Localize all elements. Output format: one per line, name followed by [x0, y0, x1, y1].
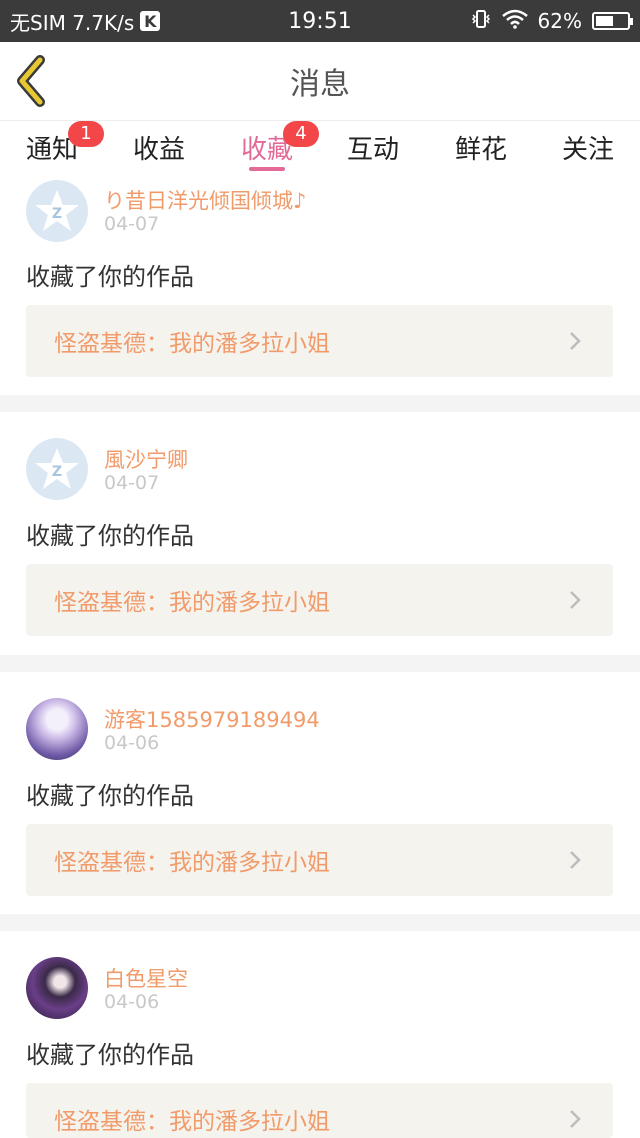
battery-text: 62% [537, 9, 582, 33]
tab-interactions[interactable]: 互动 [320, 121, 426, 173]
message-text: 收藏了你的作品 [26, 522, 194, 550]
status-right: 62% [470, 0, 633, 42]
message-item: Z 風沙宁卿 04-07 收藏了你的作品 怪盗基德：我的潘多拉小姐 [0, 412, 640, 655]
message-item: Z り昔日洋光倾国倾城♪ 04-07 收藏了你的作品 怪盗基德：我的潘多拉小姐 [0, 173, 640, 395]
tab-favorites[interactable]: 收藏 4 [214, 120, 320, 173]
message-text: 收藏了你的作品 [26, 263, 194, 291]
chevron-right-icon [570, 332, 581, 350]
tab-label: 互动 [346, 134, 399, 165]
tab-label: 关注 [561, 134, 614, 165]
back-button[interactable] [10, 54, 60, 108]
message-item: 游客1585979189494 04-06 收藏了你的作品 怪盗基德：我的潘多拉… [0, 672, 640, 914]
divider [0, 914, 640, 931]
tab-earnings[interactable]: 收益 [106, 121, 212, 173]
message-text: 收藏了你的作品 [26, 782, 194, 810]
chevron-right-icon [570, 591, 581, 609]
work-link[interactable]: 怪盗基德：我的潘多拉小姐 [26, 564, 613, 636]
nav-bar: 消息 [0, 42, 640, 121]
tab-follows[interactable]: 关注 [536, 121, 640, 173]
battery-fill [596, 16, 614, 26]
work-link[interactable]: 怪盗基德：我的潘多拉小姐 [26, 824, 613, 896]
user-avatar[interactable] [26, 698, 88, 760]
tab-bar: 通知 1 收益 收藏 4 互动 鲜花 关注 [0, 120, 640, 173]
work-title: 怪盗基德：我的潘多拉小姐 [54, 1109, 330, 1135]
username[interactable]: 游客1585979189494 [104, 704, 320, 734]
divider [0, 655, 640, 672]
message-text: 收藏了你的作品 [26, 1041, 194, 1069]
username[interactable]: 風沙宁卿 [104, 444, 188, 474]
chevron-right-icon [570, 851, 581, 869]
username[interactable]: り昔日洋光倾国倾城♪ [104, 185, 306, 215]
work-link[interactable]: 怪盗基德：我的潘多拉小姐 [26, 305, 613, 377]
wifi-icon [501, 9, 528, 34]
svg-text:Z: Z [52, 464, 62, 480]
user-avatar[interactable] [26, 957, 88, 1019]
tab-label: 鲜花 [454, 134, 507, 165]
active-tab-indicator [249, 167, 285, 171]
tab-label: 收益 [132, 134, 185, 165]
message-date: 04-06 [104, 991, 160, 1013]
chevron-left-icon [17, 55, 45, 107]
svg-text:Z: Z [52, 206, 62, 222]
unread-badge: 1 [68, 120, 104, 147]
message-date: 04-06 [104, 732, 160, 754]
page-title: 消息 [290, 67, 350, 102]
divider [0, 395, 640, 412]
battery-icon [592, 12, 633, 30]
default-avatar-icon[interactable]: Z [26, 438, 88, 500]
message-date: 04-07 [104, 472, 160, 494]
work-link[interactable]: 怪盗基德：我的潘多拉小姐 [26, 1083, 613, 1138]
vibrate-icon [470, 8, 492, 35]
status-bar: 无SIM 7.7K/s K 19:51 62% [0, 0, 640, 42]
work-title: 怪盗基德：我的潘多拉小姐 [54, 331, 330, 357]
message-item: 白色星空 04-06 收藏了你的作品 怪盗基德：我的潘多拉小姐 [0, 931, 640, 1138]
message-date: 04-07 [104, 213, 160, 235]
tab-notifications[interactable]: 通知 1 [0, 120, 104, 173]
work-title: 怪盗基德：我的潘多拉小姐 [54, 590, 330, 616]
default-avatar-icon[interactable]: Z [26, 180, 88, 242]
work-title: 怪盗基德：我的潘多拉小姐 [54, 850, 330, 876]
chevron-right-icon [570, 1110, 581, 1128]
unread-badge: 4 [283, 120, 319, 147]
username[interactable]: 白色星空 [104, 963, 188, 993]
tab-flowers[interactable]: 鲜花 [428, 121, 534, 173]
